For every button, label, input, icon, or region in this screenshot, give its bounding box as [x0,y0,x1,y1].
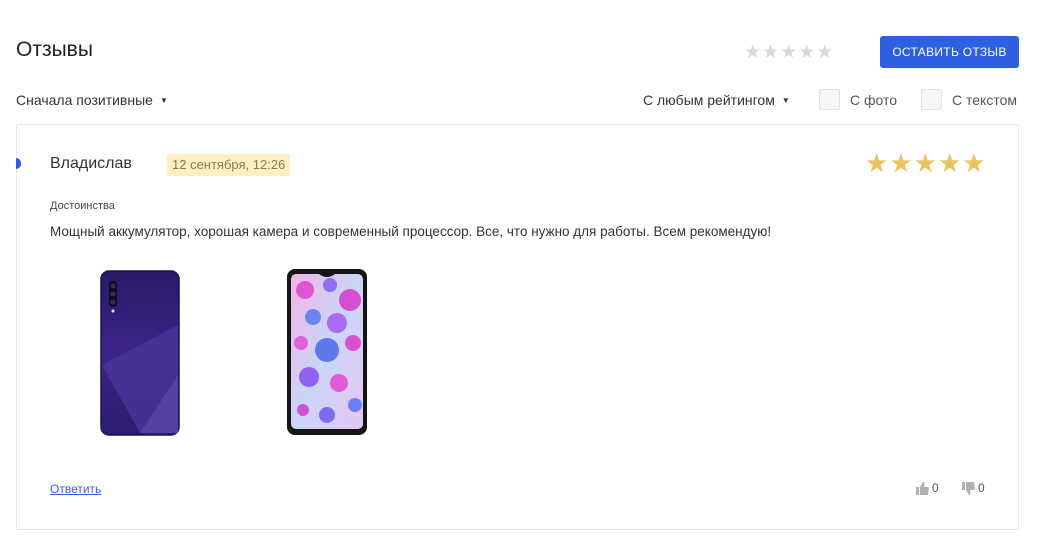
pros-label: Достоинства [50,200,115,212]
like-button[interactable]: 0 [916,481,939,495]
with-text-checkbox[interactable] [921,89,942,110]
star-icon: ★ [865,148,889,178]
star-icon: ★ [913,148,937,178]
leave-review-button[interactable]: ОСТАВИТЬ ОТЗЫВ [880,36,1019,68]
star-icon: ★ [962,148,986,178]
with-text-filter[interactable]: С текстом [921,89,1017,110]
thumbs-up-icon [916,481,929,495]
review-author: Владислав [50,155,132,172]
with-photo-filter[interactable]: С фото [819,89,897,110]
review-date: 12 сентября, 12:26 [167,154,291,176]
with-photo-label: С фото [850,91,898,108]
rate-product-stars[interactable]: ★ ★ ★ ★ ★ [744,43,833,62]
review-photo-phone-back[interactable] [50,265,230,440]
with-photo-checkbox[interactable] [819,89,840,110]
review-rating: ★ ★ ★ ★ ★ [865,150,986,176]
with-text-label: С текстом [952,91,1017,108]
review-text: Мощный аккумулятор, хорошая камера и сов… [50,224,772,239]
star-icon: ★ [937,148,962,178]
sort-dropdown[interactable]: Сначала позитивные ▼ [16,92,168,108]
star-icon: ★ [889,148,913,178]
thumbs-down-icon [962,481,975,495]
star-icon[interactable]: ★ [762,43,779,62]
reply-link[interactable]: Ответить [50,482,101,496]
rating-filter-dropdown[interactable]: С любым рейтингом ▼ [643,92,790,108]
chevron-down-icon: ▼ [159,95,168,105]
star-icon[interactable]: ★ [744,43,761,62]
star-icon[interactable]: ★ [780,43,797,62]
chevron-down-icon: ▼ [781,95,790,105]
rating-filter-label: С любым рейтингом [643,92,775,108]
like-count: 0 [932,481,939,495]
review-card: Владислав 12 сентября, 12:26 ★ ★ ★ ★ ★ Д… [16,124,1019,530]
star-icon[interactable]: ★ [816,43,833,62]
page-title: Отзывы [16,38,93,61]
review-photo-phone-front[interactable] [235,265,415,440]
star-icon[interactable]: ★ [798,43,815,62]
dislike-button[interactable]: 0 [962,481,985,495]
sort-label: Сначала позитивные [16,92,153,108]
review-marker [16,158,21,169]
dislike-count: 0 [978,481,985,495]
